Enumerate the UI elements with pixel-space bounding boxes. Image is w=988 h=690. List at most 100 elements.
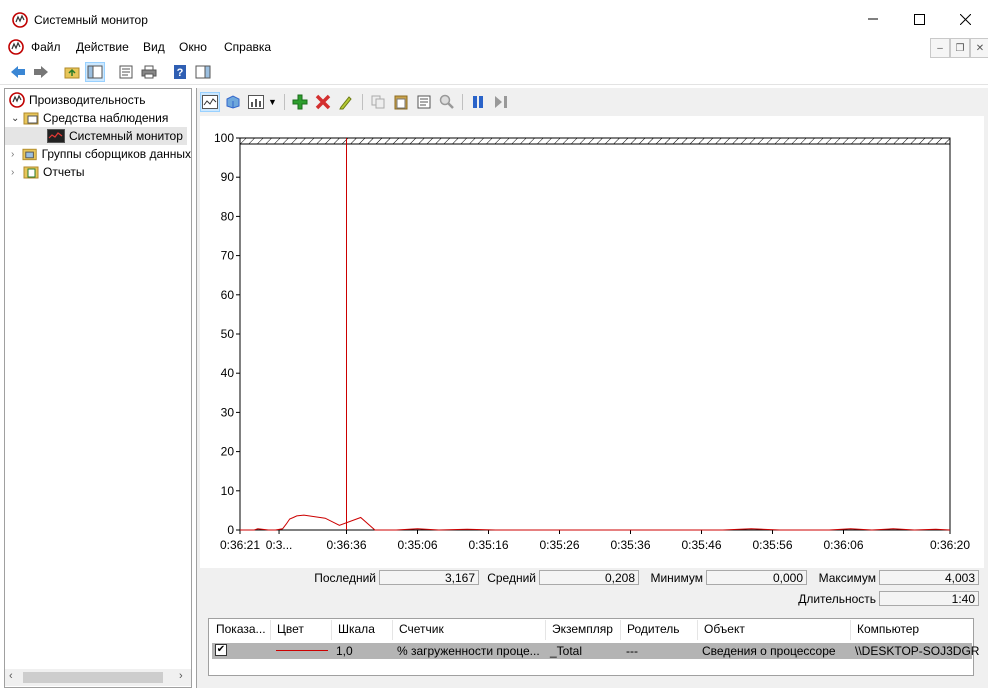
column-header-show[interactable]: Показа... — [216, 622, 266, 636]
mmc-system-menu-icon[interactable] — [8, 39, 24, 55]
show-hide-action-pane-icon[interactable] — [193, 62, 213, 82]
maximum-label: Максимум — [818, 571, 876, 585]
add-counter-icon[interactable] — [290, 92, 310, 112]
close-button[interactable] — [942, 0, 988, 38]
menu-view[interactable]: Вид — [143, 40, 165, 54]
y-tick-label: 20 — [221, 445, 235, 459]
properties-icon[interactable] — [414, 92, 434, 112]
x-tick-label: 0:35:46 — [681, 538, 721, 552]
back-button[interactable] — [8, 62, 28, 82]
y-tick-label: 70 — [221, 249, 235, 263]
column-separator[interactable] — [545, 620, 546, 640]
column-header-counter[interactable]: Счетчик — [399, 622, 444, 636]
perfmon-app-icon — [12, 12, 28, 28]
counter-computer: \\DESKTOP-SOJ3DGR — [855, 644, 980, 658]
chevron-down-icon[interactable]: ⌄ — [11, 113, 23, 124]
average-label: Средний — [487, 571, 536, 585]
up-folder-icon[interactable] — [62, 62, 82, 82]
column-header-object[interactable]: Объект — [704, 622, 745, 636]
x-tick-label: 0:35:36 — [610, 538, 650, 552]
chevron-down-icon[interactable]: ▼ — [268, 97, 277, 107]
tree-item-data-collector-sets[interactable]: › Группы сборщиков данных — [5, 145, 191, 163]
counter-object: Сведения о процессоре — [702, 644, 836, 658]
chevron-right-icon[interactable]: › — [11, 167, 23, 178]
x-tick-label: 0:35:06 — [397, 538, 437, 552]
tree-item-label: Производительность — [29, 93, 146, 107]
delete-counter-icon[interactable] — [313, 92, 333, 112]
tree-horizontal-scrollbar[interactable]: ‹ › — [5, 669, 191, 686]
column-header-scale[interactable]: Шкала — [338, 622, 375, 636]
tree-item-label: Средства наблюдения — [43, 111, 169, 125]
tree-item-label: Системный монитор — [69, 129, 183, 143]
update-data-icon[interactable] — [491, 92, 511, 112]
x-tick-label: 0:36:20 — [930, 538, 970, 552]
column-header-instance[interactable]: Экземпляр — [552, 622, 613, 636]
show-checkbox[interactable]: ✔ — [215, 644, 227, 656]
column-separator[interactable] — [331, 620, 332, 640]
last-value: 3,167 — [379, 570, 479, 585]
scroll-right-icon[interactable]: › — [179, 670, 183, 682]
y-tick-label: 0 — [227, 523, 234, 537]
paste-counter-list-icon[interactable] — [391, 92, 411, 112]
tree-item-system-monitor[interactable]: Системный монитор — [5, 127, 187, 145]
mdi-minimize-button[interactable]: – — [930, 38, 950, 58]
x-tick-label: 0:35:16 — [468, 538, 508, 552]
copy-properties-icon[interactable] — [368, 92, 388, 112]
y-tick-label: 30 — [221, 405, 235, 419]
tree-item-label: Группы сборщиков данных — [41, 147, 191, 161]
print-icon[interactable] — [139, 62, 159, 82]
y-tick-label: 40 — [221, 366, 235, 380]
column-header-computer[interactable]: Компьютер — [857, 622, 919, 636]
maximum-value: 4,003 — [879, 570, 979, 585]
view-graph-icon[interactable] — [200, 92, 220, 112]
toolbar-separator — [362, 94, 363, 110]
folder-chart-icon — [23, 112, 39, 125]
mdi-close-button[interactable]: ✕ — [970, 38, 988, 58]
perfmon-icon — [9, 92, 25, 108]
menu-file[interactable]: Файл — [31, 40, 61, 54]
column-header-parent[interactable]: Родитель — [627, 622, 679, 636]
minimum-label: Минимум — [650, 571, 703, 585]
toolbar-separator — [462, 94, 463, 110]
column-header-color[interactable]: Цвет — [277, 622, 304, 636]
y-tick-label: 60 — [221, 288, 235, 302]
maximize-button[interactable] — [896, 0, 942, 38]
mdi-restore-button[interactable]: ❐ — [950, 38, 970, 58]
change-graph-type-icon[interactable] — [246, 92, 266, 112]
menu-action[interactable]: Действие — [76, 40, 129, 54]
help-icon[interactable]: ? — [170, 62, 190, 82]
counter-parent: --- — [626, 644, 638, 658]
tree-item-performance[interactable]: Производительность — [5, 91, 191, 109]
last-label: Последний — [314, 571, 376, 585]
y-tick-label: 100 — [214, 131, 234, 145]
highlight-pen-icon[interactable] — [336, 92, 356, 112]
column-separator[interactable] — [270, 620, 271, 640]
tree-item-reports[interactable]: › Отчеты — [5, 163, 191, 181]
view-current-activity-icon[interactable] — [223, 92, 243, 112]
column-separator[interactable] — [697, 620, 698, 640]
tree-item-monitoring-tools[interactable]: ⌄ Средства наблюдения — [5, 109, 191, 127]
tree-item-label: Отчеты — [43, 165, 85, 179]
counter-color-swatch — [276, 650, 328, 651]
console-tree: Производительность ⌄ Средства наблюдения… — [4, 88, 192, 688]
x-tick-label: 0:36:06 — [823, 538, 863, 552]
zoom-icon[interactable] — [437, 92, 457, 112]
forward-button[interactable] — [31, 62, 51, 82]
svg-text:?: ? — [177, 67, 184, 79]
column-separator[interactable] — [620, 620, 621, 640]
column-separator[interactable] — [850, 620, 851, 640]
chevron-right-icon[interactable]: › — [11, 149, 22, 160]
properties-icon[interactable] — [116, 62, 136, 82]
menu-help[interactable]: Справка — [224, 40, 271, 54]
menu-window[interactable]: Окно — [179, 40, 207, 54]
performance-line-chart[interactable]: 10090807060504030201000:36:21 0:3... 0:36:… — [200, 116, 984, 568]
reports-folder-icon — [23, 166, 39, 179]
counter-instance: _Total — [550, 644, 583, 658]
scrollbar-thumb[interactable] — [23, 672, 163, 683]
show-hide-console-tree-icon[interactable] — [85, 62, 105, 82]
minimize-button[interactable] — [850, 0, 896, 38]
freeze-display-icon[interactable] — [468, 92, 488, 112]
window-title: Системный монитор — [34, 13, 148, 27]
column-separator[interactable] — [392, 620, 393, 640]
scroll-left-icon[interactable]: ‹ — [9, 670, 13, 682]
